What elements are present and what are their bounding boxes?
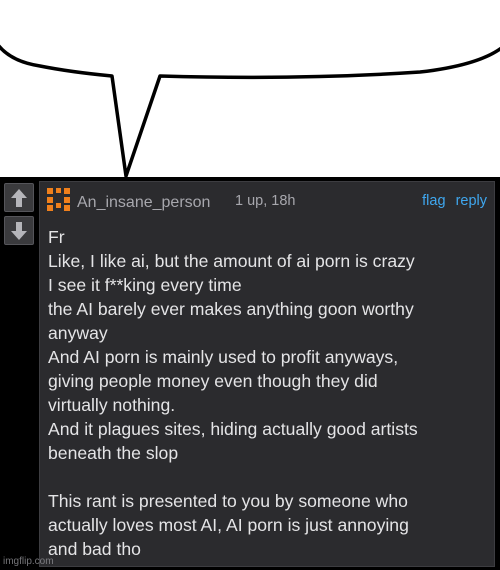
comment-line: virtually nothing. — [48, 395, 176, 415]
arrow-up-icon — [11, 188, 27, 207]
meme-image: An_insane_person 1 up, 18h flag reply Fr… — [0, 0, 500, 570]
comment-line: Fr — [48, 227, 65, 247]
comment-line: anyway — [48, 323, 108, 343]
reply-link[interactable]: reply — [456, 193, 487, 209]
comment-actions: flag reply — [416, 192, 487, 210]
comment-block: An_insane_person 1 up, 18h flag reply Fr… — [0, 177, 500, 570]
comment-line: giving people money even though they did — [48, 371, 378, 391]
comment-line: This rant is presented to you by someone… — [48, 491, 408, 511]
upvote-button[interactable] — [4, 183, 34, 212]
comment-blank-line — [48, 465, 488, 489]
arrow-down-icon — [11, 221, 27, 240]
comment-line: actually loves most AI, AI porn is just … — [48, 515, 409, 535]
comment-line: And AI porn is mainly used to profit any… — [48, 347, 399, 367]
avatar[interactable] — [46, 187, 71, 212]
comment-line: Like, I like ai, but the amount of ai po… — [48, 251, 415, 271]
comment-line: beneath the slop — [48, 443, 179, 463]
comment-meta: 1 up, 18h — [235, 193, 296, 209]
comment-header: An_insane_person 1 up, 18h flag reply — [40, 182, 494, 220]
comment-card: An_insane_person 1 up, 18h flag reply Fr… — [39, 181, 495, 567]
username-link[interactable]: An_insane_person — [77, 194, 210, 212]
comment-body: Fr Like, I like ai, but the amount of ai… — [48, 225, 488, 561]
comment-line: I see it f**king every time — [48, 275, 242, 295]
flag-link[interactable]: flag — [422, 193, 445, 209]
speech-bubble — [0, 0, 500, 178]
watermark: imgflip.com — [3, 556, 54, 567]
comment-line: And it plagues sites, hiding actually go… — [48, 419, 418, 439]
downvote-button[interactable] — [4, 216, 34, 245]
comment-line: and bad tho — [48, 539, 141, 559]
comment-line: the AI barely ever makes anything goon w… — [48, 299, 414, 319]
vote-controls — [4, 183, 34, 249]
